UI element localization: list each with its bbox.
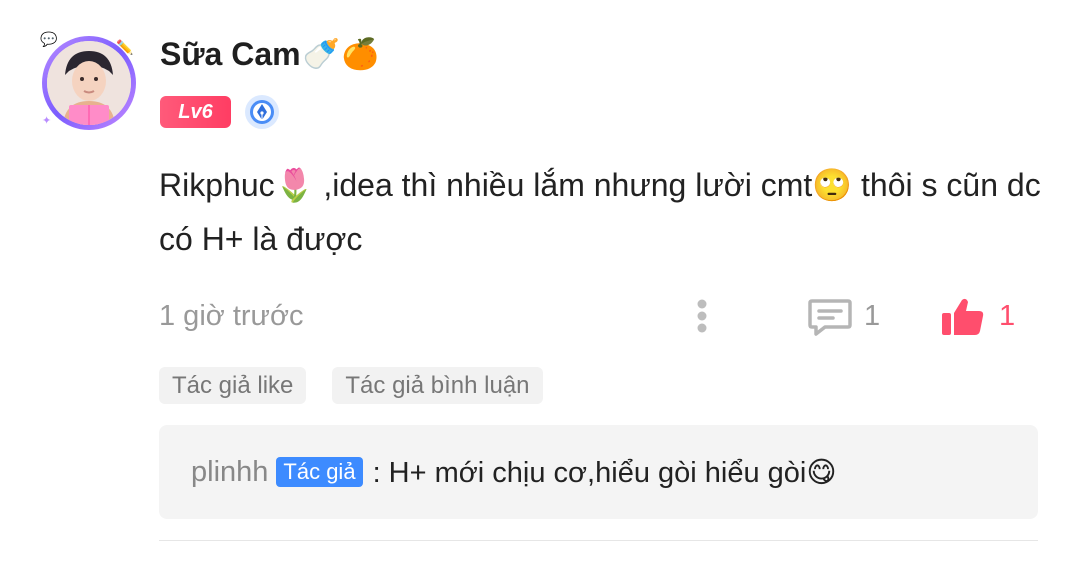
comment-time: 1 giờ trước <box>159 300 304 332</box>
username-text: Sữa Cam <box>160 36 301 72</box>
chat-bubble-icon: 💬 <box>40 31 58 47</box>
user-avatar[interactable]: 💬 ✏️ ✦ <box>38 30 142 138</box>
level-badge: Lv6 <box>160 96 231 128</box>
tag-author-like: Tác giả like <box>159 367 307 404</box>
comment-text: Rikphuc🌷 ,idea thì nhiều lắm nhưng lười … <box>159 167 1041 257</box>
orange-emoji: 🍊 <box>341 38 380 71</box>
pencil-icon: ✏️ <box>116 39 134 55</box>
pen-nib-badge-icon <box>245 95 279 129</box>
reply-icon[interactable] <box>807 296 853 338</box>
reply-count: 1 <box>864 300 881 332</box>
tag-author-comment: Tác giả bình luận <box>332 367 543 404</box>
reply-username[interactable]: plinhh <box>191 456 268 489</box>
comment-actions: 1 giờ trước 1 1 <box>159 296 1039 338</box>
reply-text: : H+ mới chịu cơ,hiểu gòi hiểu gòi😋 <box>372 456 837 489</box>
user-badges: Lv6 <box>160 95 279 129</box>
more-options-icon[interactable] <box>694 296 710 338</box>
divider <box>159 540 1038 541</box>
author-badge: Tác giả <box>276 457 363 487</box>
like-count: 1 <box>999 300 1016 332</box>
author-interaction-tags: Tác giả like Tác giả bình luận <box>159 367 543 404</box>
baby-bottle-emoji: 🍼 <box>302 38 340 71</box>
sparkle-icon: ✦ <box>42 115 52 127</box>
reply-preview[interactable]: plinhh Tác giả : H+ mới chịu cơ,hiểu gòi… <box>159 425 1038 519</box>
username[interactable]: Sữa Cam 🍼 🍊 <box>160 36 379 73</box>
thumbs-up-icon[interactable] <box>940 296 986 338</box>
